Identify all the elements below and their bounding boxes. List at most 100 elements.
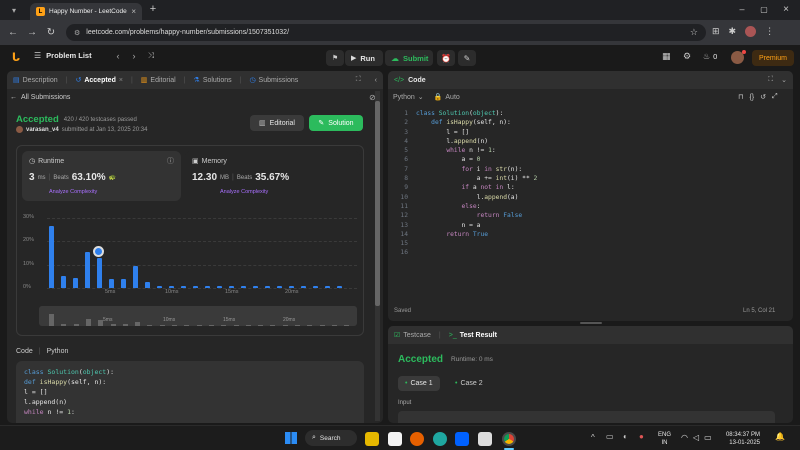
tab-description[interactable]: ▤ Description: [13, 76, 58, 85]
timer-button[interactable]: ⏰: [437, 50, 455, 66]
runtime-bar[interactable]: [85, 251, 90, 288]
tray-color-icon[interactable]: ●: [639, 432, 644, 441]
runtime-bar[interactable]: [277, 285, 282, 288]
settings-icon[interactable]: ⚙: [683, 51, 691, 62]
dropbox-icon[interactable]: [455, 432, 469, 446]
file-explorer-icon[interactable]: [365, 432, 379, 446]
panel-splitter[interactable]: [580, 322, 602, 324]
taskbar-search[interactable]: ⌕ Search: [305, 430, 357, 446]
runtime-bar[interactable]: [301, 285, 306, 288]
chart-overview[interactable]: 5ms 10ms 15ms 20ms: [39, 306, 357, 326]
runtime-bar[interactable]: [241, 285, 246, 288]
collapse-icon[interactable]: ‹: [375, 77, 377, 84]
maximize-icon[interactable]: ▢: [757, 3, 771, 15]
fullscreen-icon[interactable]: ⤢: [772, 93, 778, 101]
runtime-bar[interactable]: [49, 226, 54, 288]
runtime-bar[interactable]: [337, 285, 342, 288]
close-tab-icon[interactable]: ×: [119, 77, 123, 84]
tray-app-icon[interactable]: ◐: [623, 432, 628, 441]
runtime-bar[interactable]: [145, 282, 150, 288]
tab-submissions[interactable]: ◷ Submissions: [249, 76, 298, 85]
tab-search-icon[interactable]: ▾: [8, 4, 20, 16]
back-icon[interactable]: ←: [6, 25, 20, 39]
runtime-bar[interactable]: [61, 276, 66, 288]
runtime-distribution-chart[interactable]: 30% 20% 10% 0% 5ms 10ms 15ms 20ms 5ms 10ms 15ms 2…: [17, 206, 365, 336]
shuffle-icon[interactable]: ⤨: [146, 51, 156, 61]
new-tab-icon[interactable]: +: [147, 3, 159, 15]
profile-avatar[interactable]: [745, 26, 757, 37]
tab-solutions[interactable]: ⚗ Solutions: [194, 76, 232, 85]
run-button[interactable]: ▶ Run: [345, 50, 383, 66]
runtime-bar[interactable]: [181, 285, 186, 288]
tab-editorial[interactable]: ▥ Editorial: [141, 76, 176, 85]
auto-mode[interactable]: 🔒 Auto: [434, 93, 460, 102]
runtime-bar[interactable]: [157, 285, 162, 288]
runtime-bar[interactable]: [229, 285, 234, 288]
runtime-bar[interactable]: [133, 265, 138, 288]
bookmark-icon[interactable]: ⊓: [738, 93, 743, 101]
site-info-icon[interactable]: ⚙: [74, 29, 80, 37]
braces-icon[interactable]: {}: [749, 94, 754, 101]
store-icon[interactable]: [478, 432, 492, 446]
puzzle-icon[interactable]: ✱: [729, 26, 737, 37]
runtime-bar[interactable]: [325, 285, 330, 288]
clock[interactable]: 08:34:37 PM 13-01-2025: [722, 431, 760, 447]
language-select[interactable]: Python ⌄: [393, 93, 424, 102]
info-icon[interactable]: ⓘ: [167, 156, 174, 166]
submit-button[interactable]: ☁ Submit: [385, 50, 433, 66]
notification-bell-icon[interactable]: 🔔: [775, 432, 785, 441]
left-scrollbar[interactable]: [375, 91, 380, 421]
runtime-bar[interactable]: [205, 285, 210, 288]
browser-tab[interactable]: L Happy Number - LeetCode ×: [30, 3, 142, 20]
tab-testcase[interactable]: ☑ Testcase: [394, 331, 431, 340]
editor-collapse-icon[interactable]: ⌄: [781, 76, 787, 84]
edge-icon[interactable]: [433, 432, 447, 446]
all-submissions-link[interactable]: ← All Submissions: [10, 94, 70, 101]
chrome-icon[interactable]: [502, 432, 516, 446]
reload-icon[interactable]: ↻: [44, 25, 58, 39]
tray-chevron-icon[interactable]: ^: [591, 433, 595, 442]
memory-card[interactable]: ▣ Memory 12.30 MB | Beats 35.67% Analyze…: [185, 151, 360, 201]
address-field[interactable]: ⚙ leetcode.com/problems/happy-number/sub…: [66, 24, 706, 41]
editor-expand-icon[interactable]: ⛶: [768, 76, 773, 84]
leetcode-logo-icon[interactable]: ᒐ: [10, 51, 22, 64]
system-tray-status[interactable]: ◠ ◁ ▭: [681, 433, 712, 442]
minimize-icon[interactable]: –: [735, 3, 749, 15]
runtime-bar[interactable]: [217, 285, 222, 288]
windows-start-icon[interactable]: [285, 432, 297, 444]
coins-counter[interactable]: ♨ 0: [703, 52, 717, 61]
expand-icon[interactable]: ⛶: [356, 76, 361, 84]
bookmark-star-icon[interactable]: ☆: [690, 27, 698, 38]
notes-button[interactable]: ✎: [458, 50, 476, 66]
premium-button[interactable]: Premium: [752, 50, 794, 66]
browser-menu-icon[interactable]: ⋮: [765, 26, 774, 37]
next-problem-icon[interactable]: ›: [130, 51, 138, 61]
runtime-bar[interactable]: [169, 285, 174, 288]
editorial-button[interactable]: ▥ Editorial: [250, 115, 304, 131]
runtime-bar[interactable]: [97, 257, 102, 288]
window-close-icon[interactable]: ×: [779, 3, 793, 15]
solution-button[interactable]: ✎ Solution: [309, 115, 363, 131]
prev-problem-icon[interactable]: ‹: [114, 51, 122, 61]
amazon-app-icon[interactable]: [388, 432, 402, 446]
case-1-button[interactable]: • Case 1: [398, 376, 440, 391]
input-language[interactable]: ENG IN: [658, 431, 671, 447]
runtime-bar[interactable]: [289, 285, 294, 288]
runtime-bar[interactable]: [109, 278, 114, 288]
runtime-bar[interactable]: [121, 278, 126, 288]
tab-accepted[interactable]: ↺ Accepted ×: [75, 76, 123, 85]
firefox-icon[interactable]: [410, 432, 424, 446]
runtime-bar[interactable]: [73, 277, 78, 288]
code-editor[interactable]: 1 class Solution(object): 2 def isHappy(se…: [394, 109, 784, 259]
tab-test-result[interactable]: >_ Test Result: [449, 332, 497, 339]
case-2-button[interactable]: • Case 2: [448, 376, 490, 391]
runtime-analyze-link[interactable]: Analyze Complexity: [49, 189, 97, 195]
runtime-bar[interactable]: [193, 285, 198, 288]
runtime-bar[interactable]: [253, 285, 258, 288]
reset-icon[interactable]: ↺: [760, 93, 766, 101]
runtime-bar[interactable]: [265, 285, 270, 288]
problem-list-button[interactable]: ☰ Problem List: [34, 51, 92, 60]
tray-drive-icon[interactable]: ▭: [606, 432, 614, 441]
runtime-card[interactable]: ◷ Runtime ⓘ 3 ms | Beats 63.10% 🐢 Analyz…: [22, 151, 181, 201]
user-avatar-small[interactable]: [16, 126, 23, 133]
